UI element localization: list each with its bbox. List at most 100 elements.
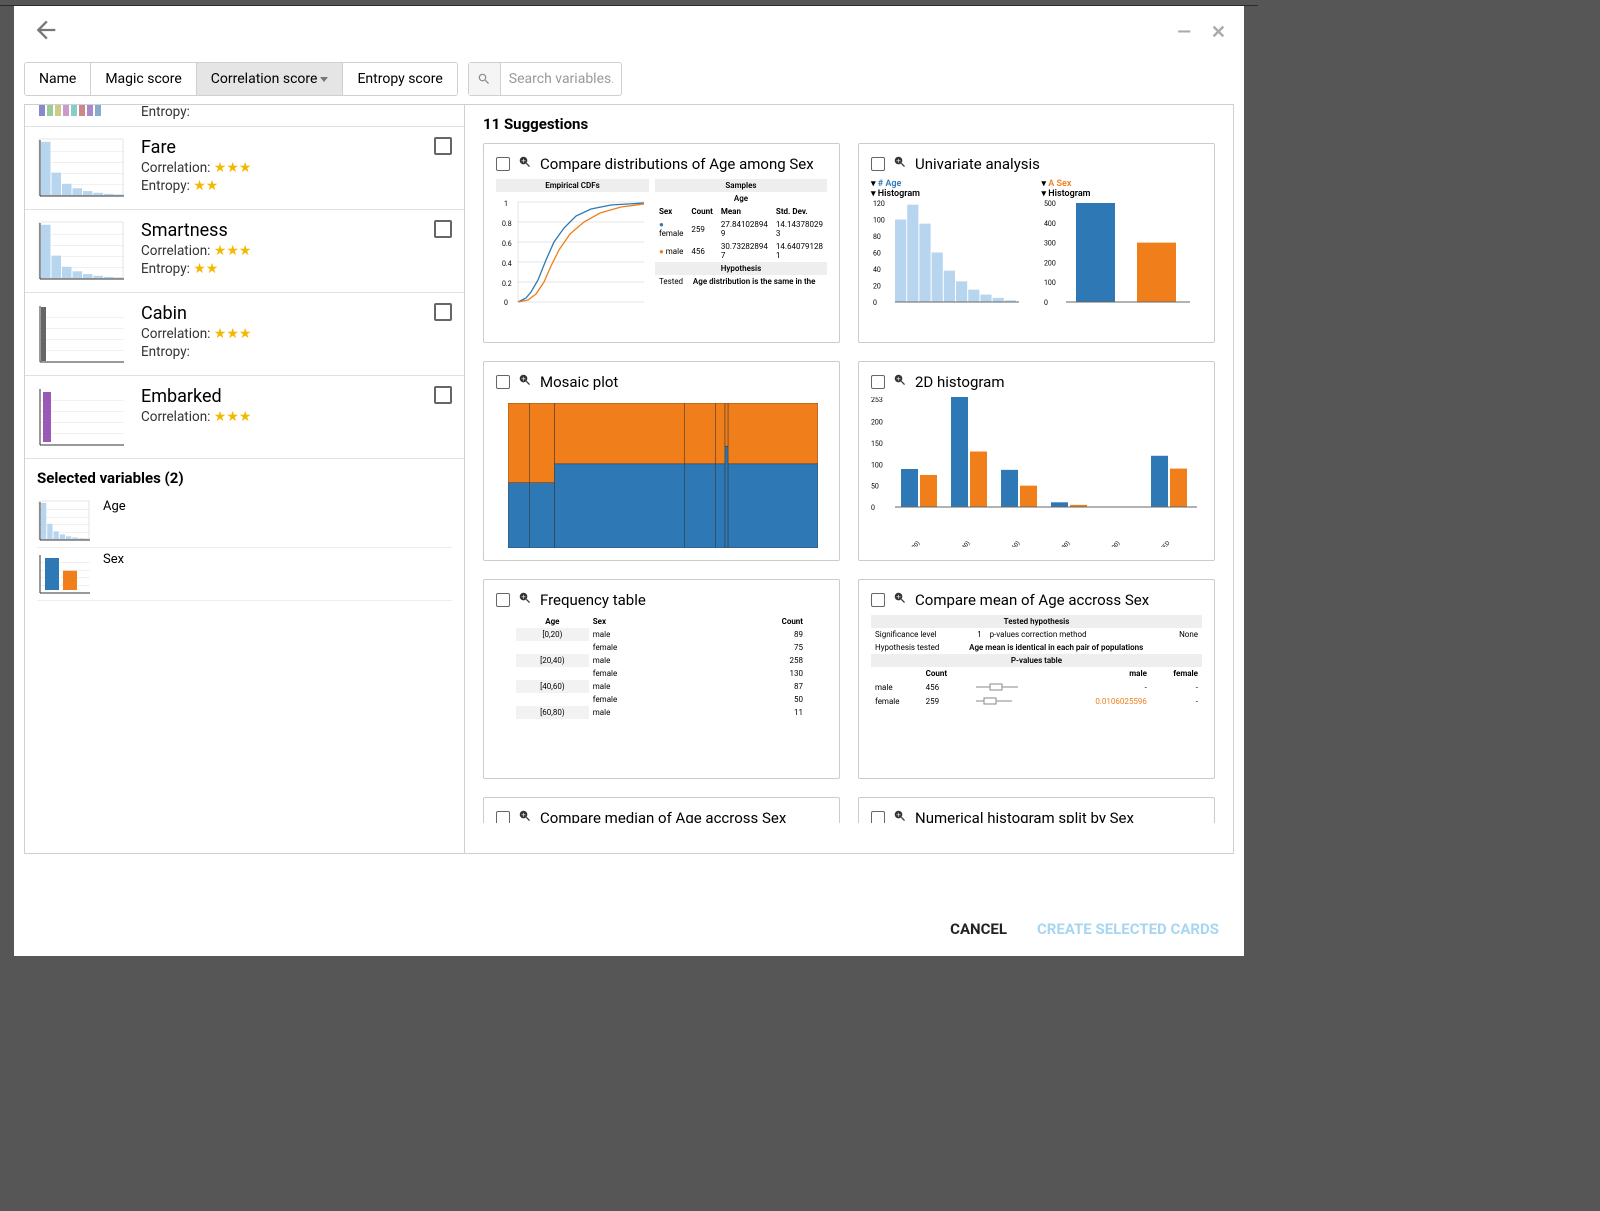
- svg-text:[0,20): [0,20): [907, 540, 922, 547]
- svg-text:20: 20: [873, 283, 881, 291]
- back-icon[interactable]: [32, 16, 60, 48]
- var-checkbox[interactable]: [434, 220, 452, 238]
- card-numerical-histogram-split: Numerical histogram split by Sex ▾ male: [858, 797, 1215, 823]
- var-name: Smartness: [141, 220, 420, 241]
- close-icon[interactable]: ✕: [1211, 22, 1226, 43]
- suggestions-header: 11 Suggestions: [483, 115, 1215, 133]
- samples-var: Age: [655, 192, 827, 205]
- var-correlation: Correlation: ★★★: [141, 326, 420, 342]
- card-compare-median: Compare median of Age accross Sex Tested…: [483, 797, 840, 823]
- var-label-age: # Age: [878, 179, 902, 189]
- svg-text:100: 100: [871, 461, 883, 469]
- var-thumbnail: [37, 220, 127, 282]
- variable-item[interactable]: CabinCorrelation: ★★★Entropy:: [25, 293, 464, 376]
- svg-text:100: 100: [1044, 279, 1056, 287]
- svg-text:[60,80): [60,80): [1054, 540, 1071, 547]
- toolbar: Name Magic score Correlation score Entro…: [14, 62, 1244, 96]
- selected-variables-section: Selected variables (2) Age Sex: [25, 459, 464, 611]
- var-label-sex: A Sex: [1048, 179, 1071, 189]
- svg-text:100: 100: [873, 217, 885, 225]
- hypo-header: Tested hypothesis: [871, 615, 1202, 628]
- card-univariate-analysis: Univariate analysis ▾ # Age ▾ Histogram …: [858, 143, 1215, 343]
- zoom-icon[interactable]: [518, 590, 532, 609]
- tab-correlation-score[interactable]: Correlation score: [197, 63, 344, 95]
- svg-text:[40,60): [40,60): [1004, 540, 1021, 547]
- frequency-table: AgeSexCount [0,20)male89female75[20,40)m…: [516, 615, 807, 719]
- create-selected-cards-button[interactable]: CREATE SELECTED CARDS: [1037, 920, 1219, 938]
- svg-text:120: 120: [873, 200, 885, 208]
- sort-tabs: Name Magic score Correlation score Entro…: [24, 62, 458, 96]
- card-checkbox[interactable]: [871, 811, 885, 824]
- card-title: Mosaic plot: [540, 373, 618, 391]
- tab-magic-score[interactable]: Magic score: [91, 63, 196, 95]
- svg-text:0: 0: [871, 504, 875, 512]
- card-title: Numerical histogram split by Sex: [915, 809, 1134, 824]
- zoom-icon[interactable]: [893, 808, 907, 823]
- tab-name[interactable]: Name: [25, 63, 91, 95]
- var-thumbnail: [37, 386, 127, 448]
- svg-text:50: 50: [871, 483, 879, 491]
- variable-item[interactable]: EmbarkedCorrelation: ★★★: [25, 376, 464, 459]
- variables-list[interactable]: Entropy: FareCorrelation: ★★★Entropy: ★★…: [25, 105, 465, 853]
- tab-entropy-score[interactable]: Entropy score: [343, 63, 456, 95]
- zoom-icon[interactable]: [518, 154, 532, 173]
- zoom-icon[interactable]: [518, 372, 532, 391]
- card-checkbox[interactable]: [871, 157, 885, 171]
- minimize-icon[interactable]: —: [1177, 22, 1191, 43]
- card-checkbox[interactable]: [496, 811, 510, 824]
- card-checkbox[interactable]: [496, 375, 510, 389]
- search-input-wrapper: [468, 62, 622, 96]
- svg-text:60: 60: [873, 250, 881, 258]
- variable-item[interactable]: SmartnessCorrelation: ★★★Entropy: ★★: [25, 210, 464, 293]
- sel-thumbnail: [37, 552, 93, 596]
- zoom-icon[interactable]: [893, 590, 907, 609]
- zoom-icon[interactable]: [518, 808, 532, 823]
- var-name: Embarked: [141, 386, 420, 407]
- samples-table: SexCountMeanStd. Dev. ● female25927.8410…: [655, 205, 827, 262]
- card-title: Compare distributions of Age among Sex: [540, 155, 814, 173]
- selected-variable[interactable]: Sex: [37, 548, 452, 601]
- hypothesis-table: Significance level1p-values correction m…: [871, 628, 1202, 654]
- selected-variables-header: Selected variables (2): [37, 469, 452, 487]
- svg-text:0: 0: [504, 299, 508, 307]
- pvalues-header: P-values table: [871, 654, 1202, 667]
- card-checkbox[interactable]: [871, 593, 885, 607]
- variable-item[interactable]: FareCorrelation: ★★★Entropy: ★★: [25, 127, 464, 210]
- var-thumbnail: [37, 303, 127, 365]
- svg-text:0.4: 0.4: [502, 260, 512, 268]
- card-mosaic-plot: Mosaic plot: [483, 361, 840, 561]
- age-histogram: 020406080100120: [871, 199, 1021, 314]
- svg-text:0.2: 0.2: [502, 280, 512, 288]
- sex-histogram: 0100200300400500: [1042, 199, 1192, 314]
- zoom-icon[interactable]: [893, 372, 907, 391]
- cdf-title: Empirical CDFs: [496, 179, 649, 192]
- mosaic-svg: [508, 403, 818, 548]
- cancel-button[interactable]: CANCEL: [950, 920, 1007, 938]
- selected-variable[interactable]: Age: [37, 495, 452, 548]
- modal-footer: CANCEL CREATE SELECTED CARDS: [14, 901, 1244, 956]
- var-checkbox[interactable]: [434, 386, 452, 404]
- var-checkbox[interactable]: [434, 137, 452, 155]
- var-checkbox[interactable]: [434, 303, 452, 321]
- card-title: Frequency table: [540, 591, 646, 609]
- svg-text:200: 200: [871, 419, 883, 427]
- card-checkbox[interactable]: [496, 157, 510, 171]
- svg-text:0: 0: [1044, 299, 1048, 307]
- svg-text:40: 40: [873, 266, 881, 274]
- svg-text:0.8: 0.8: [502, 220, 512, 228]
- card-checkbox[interactable]: [496, 593, 510, 607]
- var-entropy: Entropy: ★★: [141, 178, 420, 194]
- search-input[interactable]: [501, 71, 621, 87]
- svg-text:[20,40): [20,40): [954, 540, 971, 547]
- svg-text:253: 253: [871, 397, 883, 404]
- pvalues-table: Countmalefemale male456 -- female259 0.0…: [871, 667, 1202, 708]
- zoom-icon[interactable]: [893, 154, 907, 173]
- svg-text:300: 300: [1044, 240, 1056, 248]
- sel-name: Sex: [103, 552, 124, 567]
- mode-label: Histogram: [878, 189, 920, 199]
- svg-text:UNNAMED: UNNAMED: [1148, 540, 1172, 547]
- search-icon: [469, 63, 501, 95]
- var-name: Cabin: [141, 303, 420, 324]
- svg-text:1: 1: [504, 200, 508, 208]
- card-checkbox[interactable]: [871, 375, 885, 389]
